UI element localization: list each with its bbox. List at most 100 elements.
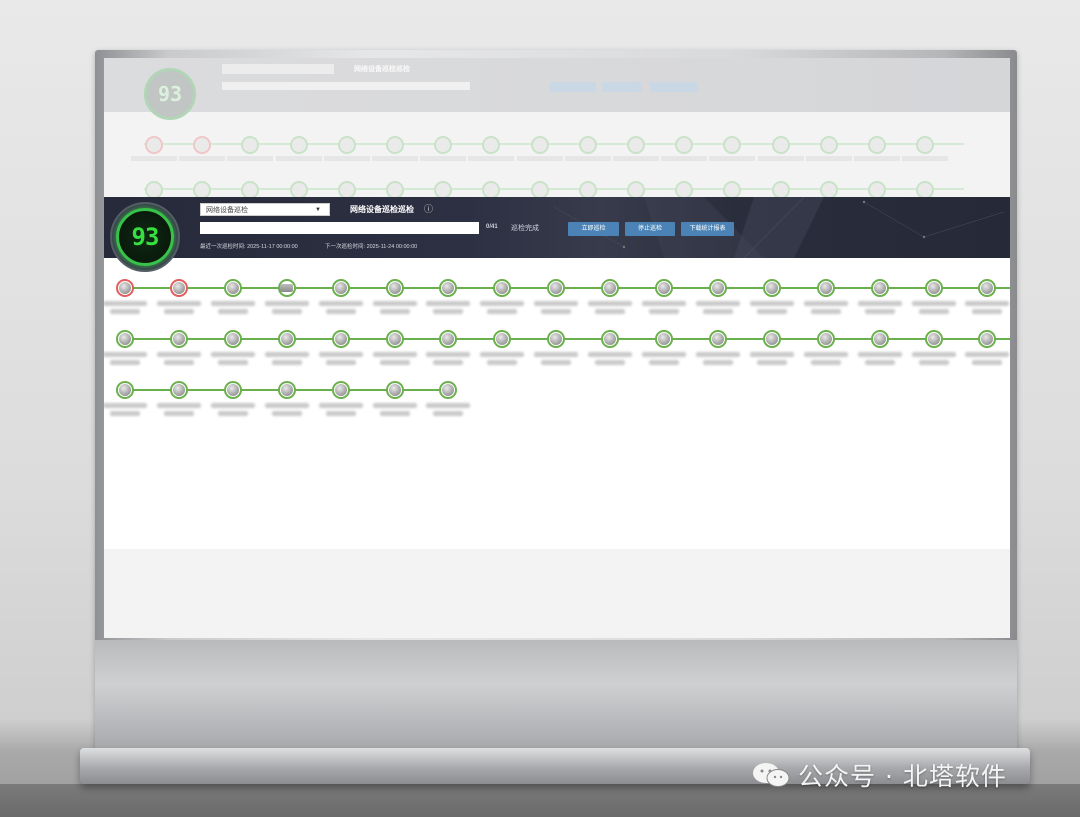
device-node[interactable] <box>277 381 296 399</box>
blurred-text <box>210 403 255 408</box>
device-label-blurred <box>477 301 527 317</box>
blurred-text <box>487 309 518 314</box>
device-label-blurred <box>154 352 204 368</box>
blurred-text <box>702 309 733 314</box>
device-node[interactable] <box>277 279 296 297</box>
device-icon <box>604 282 617 294</box>
device-node[interactable] <box>169 330 188 348</box>
device-node[interactable] <box>655 279 673 297</box>
device-node[interactable] <box>439 330 458 348</box>
reflection-label <box>323 156 370 161</box>
next-inspection-time: 下一次巡检时间: 2025-11-24 00:00:00 <box>325 242 417 250</box>
device-node[interactable] <box>547 279 566 297</box>
search-input[interactable] <box>200 222 479 234</box>
next-inspection-value: 2025-11-24 00:00:00 <box>366 244 418 250</box>
reflection-label <box>902 156 949 161</box>
reflection-node <box>530 136 549 154</box>
stop-inspection-button[interactable]: 停止巡检 <box>625 222 675 236</box>
device-node[interactable] <box>762 330 781 348</box>
blurred-text <box>163 309 194 314</box>
blurred-text <box>487 360 518 365</box>
device-node[interactable] <box>816 330 835 348</box>
device-node[interactable] <box>169 381 188 399</box>
device-node[interactable] <box>978 330 997 348</box>
last-inspection-time: 最近一次巡检时间: 2025-11-17 00:00:00 <box>200 242 298 250</box>
device-node[interactable] <box>223 279 242 297</box>
watermark-text: 公众号 · 北塔软件 <box>798 762 1007 791</box>
blurred-text <box>210 352 255 357</box>
device-icon <box>226 333 239 345</box>
blurred-text <box>756 360 787 365</box>
download-report-button[interactable]: 下载统计报表 <box>681 222 734 236</box>
blurred-text <box>810 309 841 314</box>
device-label-blurred <box>316 352 366 368</box>
device-label-blurred <box>104 352 150 368</box>
device-node[interactable] <box>493 330 512 348</box>
device-label-blurred <box>104 403 150 419</box>
device-node[interactable] <box>601 330 620 348</box>
info-icon[interactable]: ⓘ <box>424 202 433 215</box>
device-node[interactable] <box>816 279 835 297</box>
device-node[interactable] <box>385 279 404 297</box>
device-type-dropdown[interactable]: 网络设备巡检 ▼ <box>200 203 330 216</box>
device-label-blurred <box>154 403 204 419</box>
dropdown-selected: 网络设备巡检 <box>206 207 248 214</box>
blurred-text <box>264 403 309 408</box>
blurred-text <box>104 352 147 357</box>
blurred-text <box>433 309 464 314</box>
device-node[interactable] <box>708 330 727 348</box>
device-node[interactable] <box>708 279 727 297</box>
device-node[interactable] <box>924 330 943 348</box>
device-icon <box>819 282 832 294</box>
device-node[interactable] <box>116 330 134 348</box>
device-node[interactable] <box>331 330 350 348</box>
blurred-text <box>972 360 1003 365</box>
device-node[interactable] <box>277 330 296 348</box>
blurred-text <box>426 301 471 306</box>
display-screen: 93 网络设备巡检巡检 网络设备巡检 ▼ 网络设备巡检巡检 ⓘ 0/41 巡检完… <box>104 58 1010 638</box>
blurred-text <box>325 360 356 365</box>
health-score-gauge: 93 <box>110 202 180 272</box>
device-node[interactable] <box>655 330 673 348</box>
page-title: 网络设备巡检巡检 <box>350 205 414 214</box>
device-node[interactable] <box>223 381 242 399</box>
reflection-label <box>468 156 515 161</box>
blurred-text <box>864 309 895 314</box>
device-node[interactable] <box>116 381 134 399</box>
device-node[interactable] <box>870 330 889 348</box>
device-label-blurred <box>208 403 258 419</box>
blurred-text <box>810 360 841 365</box>
device-label-blurred <box>423 301 473 317</box>
blurred-text <box>541 309 572 314</box>
device-node[interactable] <box>439 381 458 399</box>
device-node[interactable] <box>385 330 404 348</box>
blurred-text <box>271 411 302 416</box>
blurred-text <box>104 403 147 408</box>
blurred-text <box>372 301 417 306</box>
device-node[interactable] <box>169 279 188 297</box>
device-icon <box>388 282 401 294</box>
device-node[interactable] <box>978 279 997 297</box>
device-label-blurred <box>370 352 420 368</box>
device-node[interactable] <box>547 330 566 348</box>
reflection-label <box>420 156 467 161</box>
device-node[interactable] <box>439 279 458 297</box>
blurred-text <box>595 360 626 365</box>
reflection-label <box>275 156 322 161</box>
device-node[interactable] <box>116 279 134 297</box>
device-label-blurred <box>855 301 905 317</box>
device-node[interactable] <box>870 279 889 297</box>
blurred-text <box>911 301 956 306</box>
device-node[interactable] <box>223 330 242 348</box>
blurred-text <box>379 360 410 365</box>
device-node[interactable] <box>762 279 781 297</box>
device-icon <box>334 282 347 294</box>
device-node[interactable] <box>331 381 350 399</box>
device-node[interactable] <box>924 279 943 297</box>
device-node[interactable] <box>601 279 620 297</box>
device-node[interactable] <box>331 279 350 297</box>
inspect-now-button[interactable]: 立即巡检 <box>568 222 619 236</box>
device-node[interactable] <box>493 279 512 297</box>
device-label-blurred <box>801 352 851 368</box>
device-node[interactable] <box>385 381 404 399</box>
